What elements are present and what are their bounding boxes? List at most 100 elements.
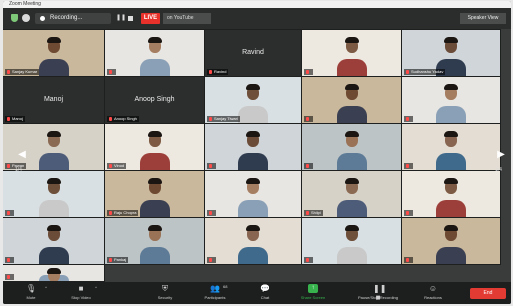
encryption-shield-icon[interactable] <box>11 14 18 22</box>
live-badge[interactable]: LIVE <box>141 13 160 24</box>
muted-microphone-icon <box>406 258 409 262</box>
participant-video <box>38 265 69 281</box>
participant-tile[interactable] <box>204 123 302 171</box>
participant-tile[interactable] <box>401 217 501 265</box>
participant-name-tag: Pankaj <box>107 257 129 263</box>
participant-name-tag <box>304 69 313 75</box>
participant-tile[interactable] <box>401 76 501 124</box>
participant-tile[interactable] <box>104 29 205 77</box>
participant-tile[interactable] <box>204 217 302 265</box>
security-button[interactable]: ⛨ Security <box>143 284 187 303</box>
participant-tile[interactable]: Sanjay Kumar <box>3 29 105 77</box>
chevron-up-icon[interactable]: ^ <box>45 285 47 290</box>
participant-tile[interactable] <box>401 170 501 218</box>
participant-center-name: Ravind <box>242 49 264 56</box>
recording-label: Recording... <box>50 15 83 21</box>
participant-name-tag <box>404 257 413 263</box>
participant-center-name: Manoj <box>43 96 64 103</box>
muted-microphone-icon <box>406 164 409 168</box>
participant-tile[interactable] <box>301 29 402 77</box>
participant-name-tag <box>304 163 313 169</box>
meeting-info-icon[interactable] <box>22 14 30 22</box>
participant-tile[interactable]: Sanjay Tiwari <box>204 76 302 124</box>
share-screen-button[interactable]: ↑ Share Screen <box>291 284 335 303</box>
participant-name-tag <box>107 69 116 75</box>
participants-icon: 👥 <box>210 284 220 293</box>
participant-video <box>139 30 170 76</box>
participant-tile[interactable] <box>3 170 105 218</box>
right-page-indicator: 1/4 <box>495 167 502 173</box>
participant-name-tag: Anoop Singh <box>107 116 139 122</box>
participant-tile[interactable]: Ravind Ravind <box>204 29 302 77</box>
participant-name-tag <box>404 116 413 122</box>
participant-name: Shilpi <box>311 210 321 215</box>
end-meeting-button[interactable]: End <box>470 288 506 299</box>
share-screen-icon: ↑ <box>308 284 318 293</box>
participant-tile[interactable]: Pankaj <box>104 217 205 265</box>
participant-video <box>38 30 69 76</box>
next-page-arrow-icon[interactable]: ▶ <box>496 141 506 169</box>
muted-microphone-icon <box>209 258 212 262</box>
zoom-meeting-window: Zoom Meeting Recording... ❚❚ LIVE on You… <box>3 1 511 304</box>
smiley-face-icon: ☺ <box>428 284 438 293</box>
chat-bubble-icon: 💬 <box>260 284 270 293</box>
participant-tile[interactable]: Vinod <box>104 123 205 171</box>
participant-tile[interactable]: Anoop Singh Anoop Singh <box>104 76 205 124</box>
muted-microphone-icon <box>7 117 10 121</box>
window-titlebar: Zoom Meeting <box>3 1 511 8</box>
participant-name-tag: Manoj <box>5 116 25 122</box>
speaker-view-button[interactable]: Speaker View <box>460 13 506 24</box>
participant-video <box>336 30 367 76</box>
participant-tile[interactable] <box>3 264 105 282</box>
participant-name: Anoop Singh <box>114 116 137 121</box>
participant-name-tag <box>207 257 216 263</box>
participant-tile[interactable]: Manoj Manoj <box>3 76 105 124</box>
pause-recording-icon[interactable]: ❚❚ <box>116 15 126 22</box>
muted-microphone-icon <box>406 70 409 74</box>
participant-tile[interactable] <box>204 170 302 218</box>
participants-button[interactable]: 👥 68 Participants <box>193 284 237 303</box>
participant-video <box>336 124 367 170</box>
participant-video <box>436 124 466 170</box>
participant-tile[interactable]: Raju Chopra <box>104 170 205 218</box>
participant-name-tag <box>404 163 413 169</box>
participant-tile[interactable] <box>3 217 105 265</box>
participant-name-tag: Sanjay Kumar <box>5 69 40 75</box>
participant-tile[interactable]: Shilpi <box>301 170 402 218</box>
participant-tile[interactable]: Sudhanshu Yadav <box>401 29 501 77</box>
muted-microphone-icon <box>306 117 309 121</box>
participant-name-tag: Raju Chopra <box>107 210 139 216</box>
participant-center-name: Anoop Singh <box>134 96 175 103</box>
stop-video-button[interactable]: ■ ^ Stop Video <box>59 284 103 303</box>
participant-tile[interactable] <box>301 217 402 265</box>
stop-recording-icon[interactable] <box>128 16 133 21</box>
participant-name-tag <box>207 210 216 216</box>
pause-stop-recording-button[interactable]: ❚❚ ■ Pause/Stop Recording <box>348 284 408 303</box>
muted-microphone-icon <box>209 211 212 215</box>
participant-name-tag <box>304 257 313 263</box>
muted-microphone-icon <box>306 164 309 168</box>
participant-tile[interactable] <box>401 123 501 171</box>
video-camera-icon: ■ <box>78 284 84 293</box>
reactions-button[interactable]: ☺ Reactions <box>411 284 455 303</box>
gallery-view-grid: Sanjay Kumar Ravind Ravind Sudhanshu Yadav M… <box>3 29 511 282</box>
live-destination-dropdown[interactable]: on YouTube <box>163 13 211 24</box>
participant-tile[interactable] <box>301 123 402 171</box>
participant-tile[interactable] <box>301 76 402 124</box>
participant-video <box>336 171 367 217</box>
muted-microphone-icon <box>7 275 10 279</box>
muted-microphone-icon <box>7 70 10 74</box>
chat-button[interactable]: 💬 Chat <box>243 284 287 303</box>
participant-name-tag: Sudhanshu Yadav <box>404 69 446 75</box>
participant-name: Sanjay Tiwari <box>214 116 238 121</box>
mute-button[interactable]: 🎙 ^ Mute <box>9 284 53 303</box>
muted-microphone-icon <box>209 70 212 74</box>
participant-video <box>139 171 170 217</box>
participant-video <box>238 218 268 264</box>
muted-microphone-icon <box>7 164 10 168</box>
chevron-up-icon[interactable]: ^ <box>95 285 97 290</box>
previous-page-arrow-icon[interactable]: ◀ <box>17 141 27 169</box>
pause-stop-icon: ❚❚ ■ <box>373 284 387 302</box>
participant-name: Vinod <box>114 163 125 168</box>
participant-video <box>139 124 170 170</box>
